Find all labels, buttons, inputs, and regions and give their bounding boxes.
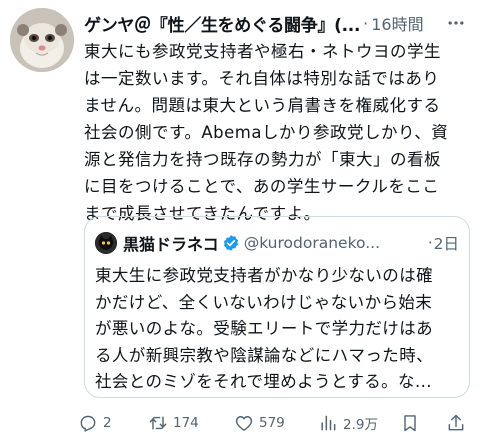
bookmark-icon	[404, 415, 416, 432]
heart-icon	[235, 416, 253, 431]
quoted-timestamp[interactable]: 2日	[434, 232, 459, 254]
more-horizontal-icon	[448, 21, 464, 25]
verified-badge-icon	[223, 235, 238, 251]
repost-button[interactable]: 174	[148, 413, 199, 433]
header-separator: ·	[363, 13, 369, 33]
reply-button[interactable]: 2	[78, 413, 112, 433]
quoted-handle[interactable]: @kurodoraneko...	[244, 234, 427, 252]
ferret-avatar-image	[10, 8, 74, 72]
like-count: 579	[259, 415, 285, 431]
repost-count: 174	[173, 415, 199, 431]
display-name[interactable]: ゲンヤ＠『性／生をめぐる闘争』(...	[84, 11, 360, 36]
action-bar: 2 174 579 2.9万	[78, 410, 470, 436]
share-button[interactable]	[446, 413, 471, 433]
more-button[interactable]	[442, 11, 470, 35]
quoted-display-name[interactable]: 黒猫ドラネコ	[123, 231, 219, 255]
views-chart-icon	[321, 415, 336, 431]
quoted-post-header: 黒猫ドラネコ @kurodoraneko... · 2日	[95, 231, 459, 255]
like-button[interactable]: 579	[234, 413, 285, 433]
quoted-avatar[interactable]	[95, 232, 117, 254]
repost-icon	[149, 416, 167, 430]
bookmark-button[interactable]	[400, 413, 425, 433]
views-button[interactable]: 2.9万	[318, 413, 378, 433]
black-cat-avatar-image	[95, 232, 117, 254]
quoted-post-text: 東大生に参政党支持者がかなり少ないのは確 かだけど、全くいないわけじゃないから始…	[95, 266, 433, 391]
timestamp[interactable]: 16時間	[371, 11, 423, 35]
tweet[interactable]: ゲンヤ＠『性／生をめぐる闘争』(... · 16時間 東大にも参政党支持者や極右…	[0, 0, 480, 444]
post-text: 東大にも参政党支持者や極右・ネトウヨの学生 は一定数います。それ自体は特別な話で…	[84, 42, 449, 223]
quoted-separator: ·	[427, 234, 433, 252]
share-icon	[448, 414, 464, 431]
reply-count: 2	[103, 415, 112, 431]
post-header: ゲンヤ＠『性／生をめぐる闘争』(... · 16時間	[84, 10, 470, 36]
views-count: 2.9万	[343, 417, 378, 433]
quoted-post[interactable]: 黒猫ドラネコ @kurodoraneko... · 2日 東大生に参政党支持者が…	[84, 216, 470, 398]
avatar[interactable]	[10, 8, 74, 72]
reply-icon	[80, 415, 96, 432]
